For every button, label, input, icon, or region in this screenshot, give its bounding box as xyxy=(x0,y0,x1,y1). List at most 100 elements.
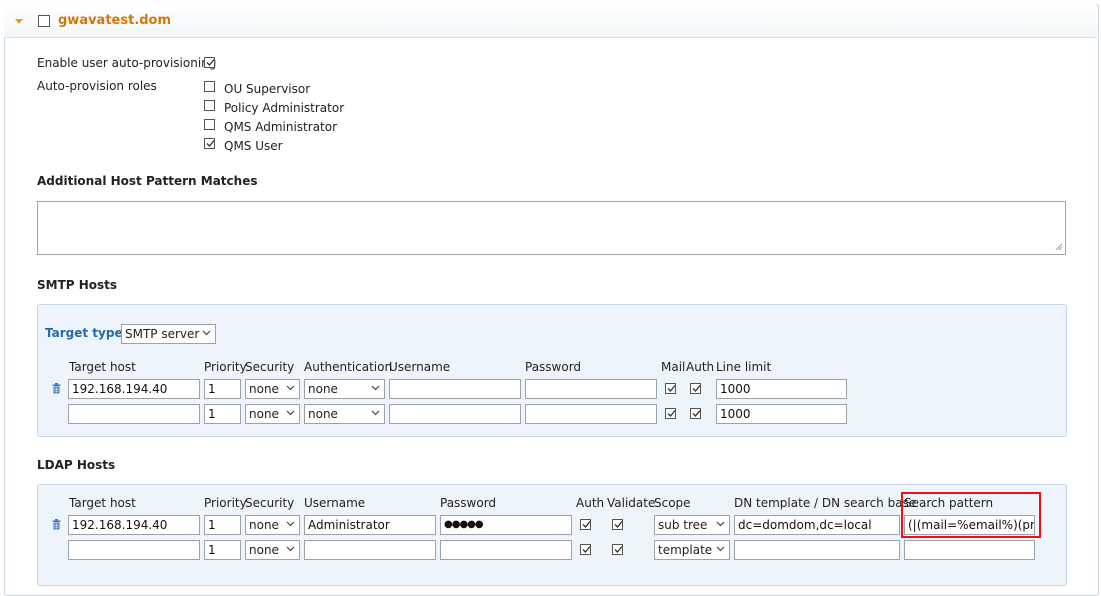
ldap-username-input[interactable] xyxy=(304,540,436,560)
trash-icon[interactable] xyxy=(52,519,61,530)
ldap-col-priority: Priority xyxy=(204,496,247,510)
chevron-down-icon xyxy=(286,410,295,416)
chevron-down-icon xyxy=(371,410,380,416)
ldap-security-value: none xyxy=(249,543,279,557)
smtp-col-auth: Auth xyxy=(686,360,715,374)
smtp-security-select[interactable]: none xyxy=(245,379,300,399)
ldap-security-select[interactable]: none xyxy=(245,515,300,535)
check-icon xyxy=(667,385,676,392)
smtp-security-value: none xyxy=(249,382,279,396)
smtp-auth-checkbox[interactable] xyxy=(690,383,701,394)
chevron-down-icon xyxy=(286,521,295,527)
ldap-validate-checkbox[interactable] xyxy=(612,519,623,530)
ldap-col-validate: Validate xyxy=(607,496,656,510)
smtp-col-target-host: Target host xyxy=(69,360,136,374)
smtp-auth-checkbox[interactable] xyxy=(690,408,701,419)
smtp-authentication-value: none xyxy=(308,382,338,396)
ldap-dn-template-input[interactable]: dc=domdom,dc=local xyxy=(734,515,900,535)
role-policy-admin-checkbox[interactable] xyxy=(204,100,215,111)
role-qms-user-label: QMS User xyxy=(224,139,283,153)
check-icon xyxy=(206,59,215,66)
domain-title: gwavatest.dom xyxy=(58,13,172,28)
chevron-down-icon xyxy=(716,546,725,552)
check-icon xyxy=(614,521,623,528)
smtp-authentication-select[interactable]: none xyxy=(304,404,385,424)
ldap-col-auth: Auth xyxy=(576,496,605,510)
roles-label: Auto-provision roles xyxy=(37,79,157,93)
smtp-security-select[interactable]: none xyxy=(245,404,300,424)
host-patterns-textarea[interactable] xyxy=(37,201,1066,255)
smtp-priority-input[interactable]: 1 xyxy=(204,404,241,424)
smtp-username-input[interactable] xyxy=(389,379,521,399)
trash-icon[interactable] xyxy=(52,383,61,394)
ldap-auth-checkbox[interactable] xyxy=(580,544,591,555)
role-ou-supervisor-label: OU Supervisor xyxy=(224,82,311,96)
target-type-value: SMTP server xyxy=(125,327,200,341)
smtp-priority-input[interactable]: 1 xyxy=(204,379,241,399)
role-ou-supervisor-checkbox[interactable] xyxy=(204,81,215,92)
ldap-security-value: none xyxy=(249,518,279,532)
check-icon xyxy=(582,521,591,528)
ldap-dn-template-input[interactable] xyxy=(734,540,900,560)
chevron-down-icon xyxy=(286,546,295,552)
smtp-mail-checkbox[interactable] xyxy=(665,408,676,419)
chevron-down-icon xyxy=(286,385,295,391)
smtp-security-value: none xyxy=(249,407,279,421)
ldap-priority-input[interactable]: 1 xyxy=(204,515,241,535)
collapse-caret-icon[interactable] xyxy=(15,19,23,24)
ldap-auth-checkbox[interactable] xyxy=(580,519,591,530)
ldap-hosts-heading: LDAP Hosts xyxy=(37,458,116,472)
check-icon xyxy=(582,546,591,553)
chevron-down-icon xyxy=(371,385,380,391)
ldap-security-select[interactable]: none xyxy=(245,540,300,560)
smtp-authentication-select[interactable]: none xyxy=(304,379,385,399)
smtp-col-security: Security xyxy=(245,360,295,374)
ldap-target-host-input[interactable] xyxy=(68,540,200,560)
smtp-col-line-limit: Line limit xyxy=(716,360,772,374)
smtp-line-limit-input[interactable]: 1000 xyxy=(716,404,847,424)
chevron-down-icon xyxy=(716,521,725,527)
smtp-col-username: Username xyxy=(389,360,451,374)
role-qms-admin-checkbox[interactable] xyxy=(204,119,215,130)
check-icon xyxy=(667,410,676,417)
ldap-col-dn-template: DN template / DN search base xyxy=(734,496,917,510)
role-qms-admin-label: QMS Administrator xyxy=(224,120,338,134)
check-icon xyxy=(206,140,215,147)
smtp-target-host-input[interactable] xyxy=(68,404,200,424)
search-pattern-highlight xyxy=(901,492,1041,538)
check-icon xyxy=(692,385,701,392)
ldap-priority-input[interactable]: 1 xyxy=(204,540,241,560)
ldap-password-input[interactable]: ●●●●● xyxy=(440,515,572,535)
smtp-mail-checkbox[interactable] xyxy=(665,383,676,394)
smtp-line-limit-input[interactable]: 1000 xyxy=(716,379,847,399)
target-type-label: Target type xyxy=(45,326,123,340)
ldap-scope-select[interactable]: template xyxy=(654,540,730,560)
smtp-col-authentication: Authentication xyxy=(304,360,393,374)
ldap-search-pattern-input[interactable] xyxy=(904,540,1035,560)
resize-grip-icon[interactable] xyxy=(1055,243,1063,251)
ldap-validate-checkbox[interactable] xyxy=(612,544,623,555)
ldap-scope-select[interactable]: sub tree xyxy=(654,515,730,535)
enable-provisioning-label: Enable user auto-provisioning xyxy=(37,56,217,70)
ldap-password-input[interactable] xyxy=(440,540,572,560)
role-qms-user-checkbox[interactable] xyxy=(204,138,215,149)
ldap-col-username: Username xyxy=(304,496,366,510)
ldap-col-security: Security xyxy=(245,496,295,510)
ldap-scope-value: sub tree xyxy=(658,518,708,532)
smtp-hosts-heading: SMTP Hosts xyxy=(37,278,118,292)
smtp-col-priority: Priority xyxy=(204,360,247,374)
ldap-username-input[interactable]: Administrator xyxy=(304,515,436,535)
ldap-scope-value: template xyxy=(658,543,713,557)
enable-provisioning-checkbox[interactable] xyxy=(204,57,215,68)
domain-select-checkbox[interactable] xyxy=(38,15,50,27)
smtp-password-input[interactable] xyxy=(525,379,657,399)
smtp-username-input[interactable] xyxy=(389,404,521,424)
target-type-select[interactable]: SMTP server xyxy=(121,324,216,344)
smtp-col-mail: Mail xyxy=(661,360,686,374)
ldap-target-host-input[interactable]: 192.168.194.40 xyxy=(68,515,200,535)
smtp-authentication-value: none xyxy=(308,407,338,421)
ldap-col-scope: Scope xyxy=(654,496,691,510)
smtp-target-host-input[interactable]: 192.168.194.40 xyxy=(68,379,200,399)
ldap-col-target-host: Target host xyxy=(69,496,136,510)
smtp-password-input[interactable] xyxy=(525,404,657,424)
